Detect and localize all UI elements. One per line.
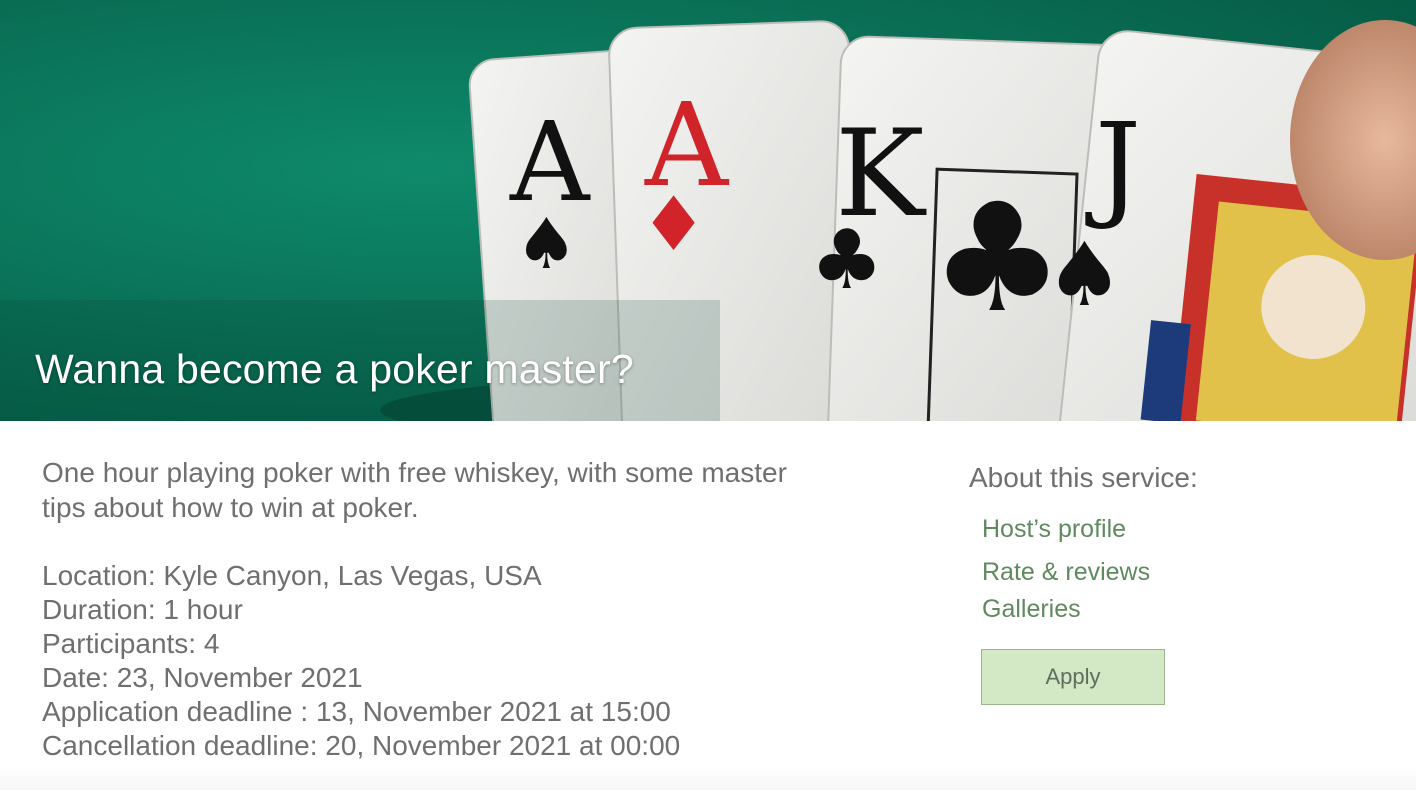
service-details: One hour playing poker with free whiskey… [0,421,1416,790]
cancellation-deadline-text: Cancellation deadline: 20, November 2021… [42,730,681,761]
club-icon: ♣ [810,213,884,308]
duration-text: Duration: 1 hour [42,594,243,625]
spade-icon: ♠ [1045,223,1124,326]
location-text: Location: Kyle Canyon, Las Vegas, USA [42,560,542,591]
service-description: One hour playing poker with free whiskey… [42,457,787,523]
rate-reviews-link[interactable]: Rate & reviews [982,558,1150,587]
hero-banner: A ♠ A ♦ K ♣ ♣ J ♠ Wanna become a poker m… [0,0,1416,421]
host-profile-link[interactable]: Host’s profile [982,515,1126,544]
participants-text: Participants: 4 [42,628,220,659]
spade-icon: ♠ [515,203,578,285]
page-title: Wanna become a poker master? [35,346,634,392]
about-service-heading: About this service: [969,462,1198,493]
galleries-link[interactable]: Galleries [982,595,1081,624]
bottom-divider [0,768,1416,790]
about-service-panel: About this service: Host’s profile Rate … [969,461,1389,705]
service-info-list: Location: Kyle Canyon, Las Vegas, USA Du… [42,559,680,763]
apply-button[interactable]: Apply [981,649,1165,705]
diamond-icon: ♦ [640,180,707,268]
application-deadline-text: Application deadline : 13, November 2021… [42,696,671,727]
date-text: Date: 23, November 2021 [42,662,363,693]
